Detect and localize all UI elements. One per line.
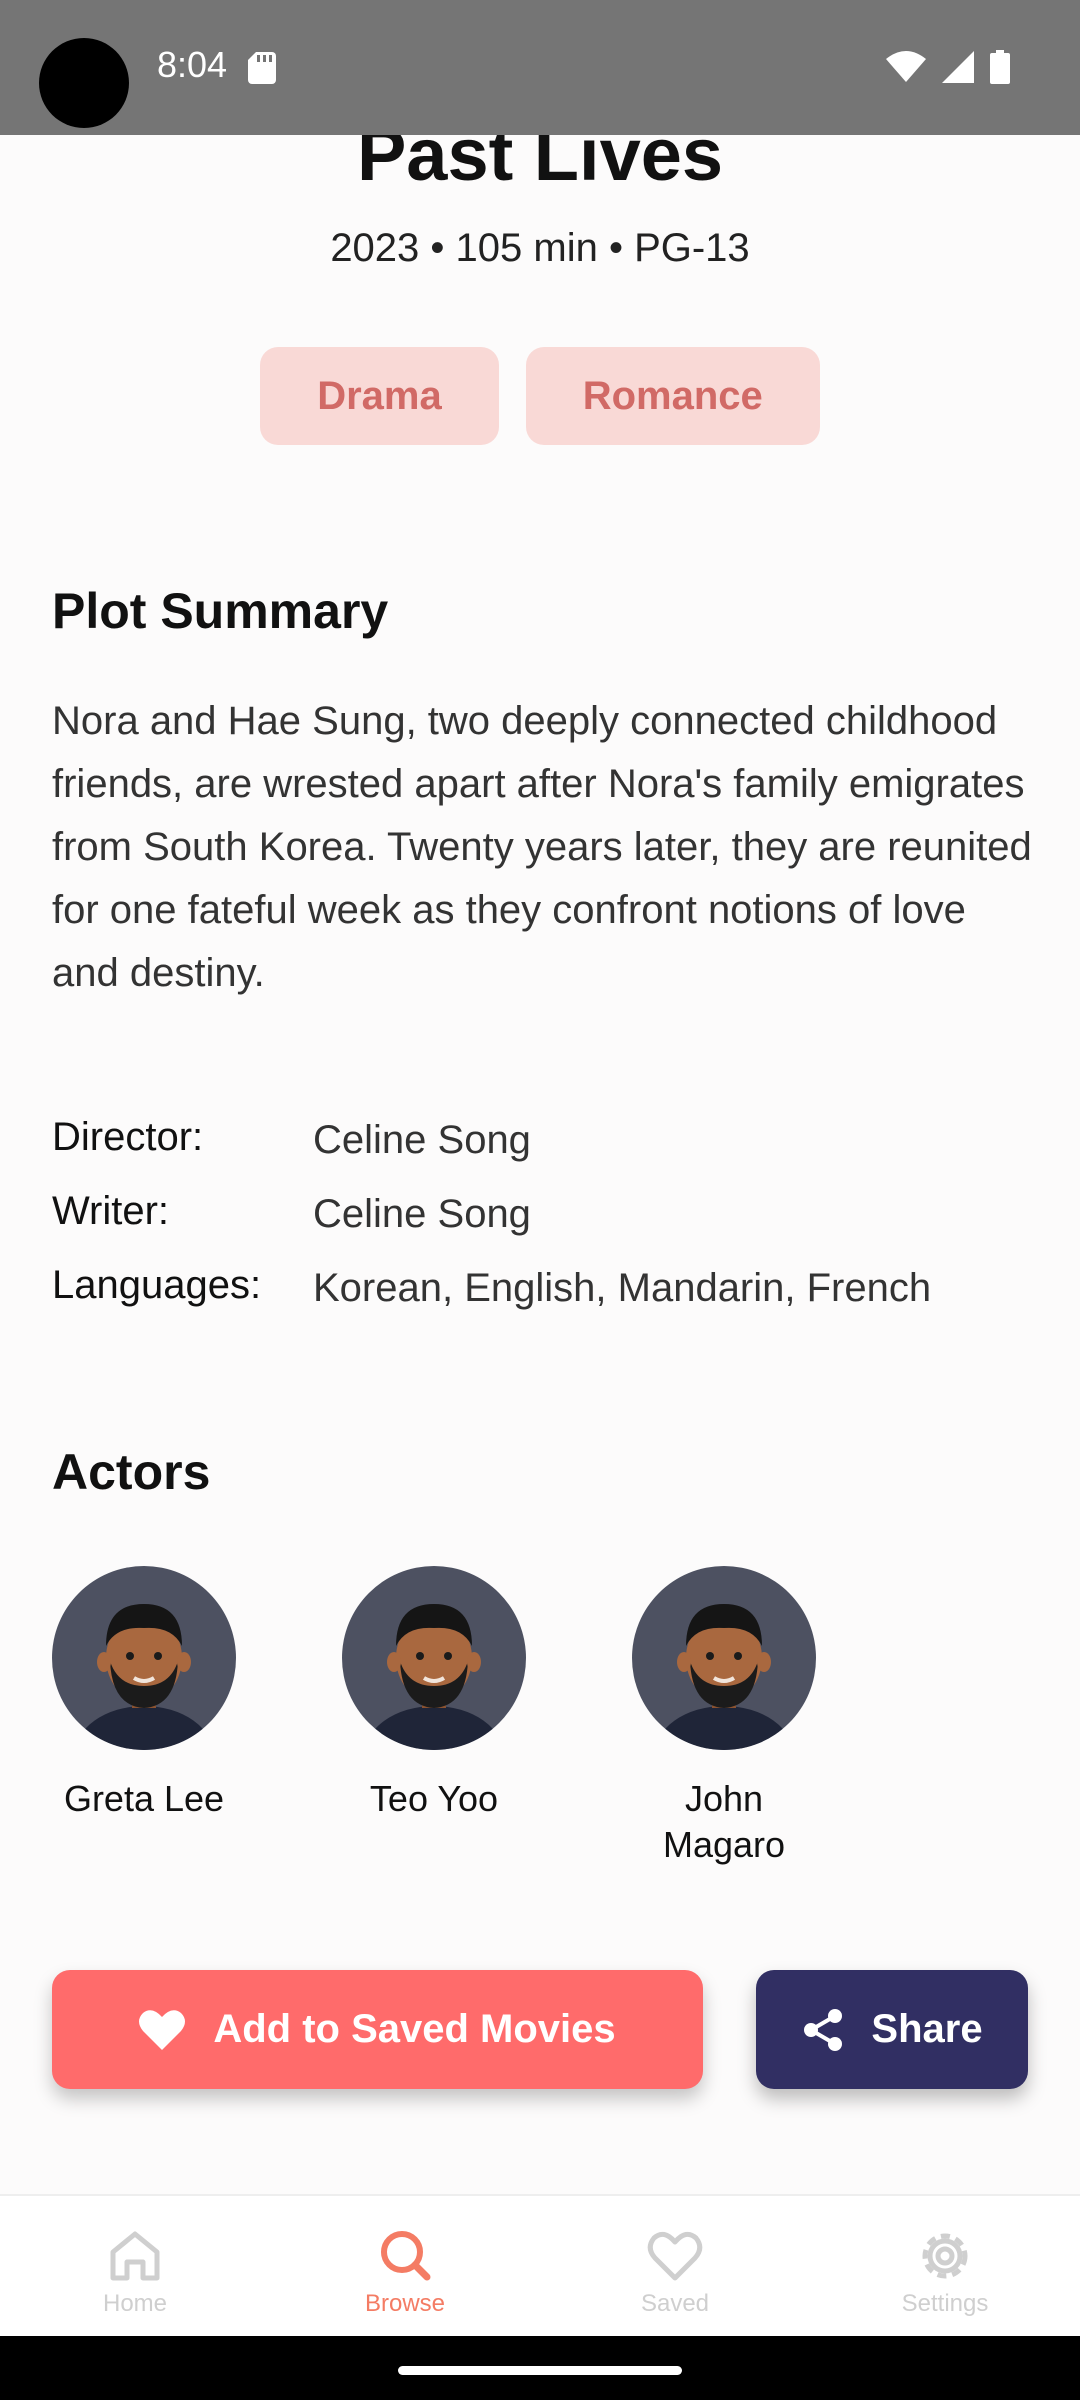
credit-value: Celine Song bbox=[313, 1117, 531, 1162]
actors-heading: Actors bbox=[52, 1444, 211, 1500]
home-gesture-handle[interactable] bbox=[398, 2366, 682, 2375]
credit-value: Korean, English, Mandarin, French bbox=[313, 1265, 932, 1310]
nav-item-browse[interactable]: Browse bbox=[270, 2196, 540, 2336]
avatar bbox=[632, 1566, 816, 1750]
credit-label: Writer: bbox=[52, 1188, 170, 1233]
credit-value: Celine Song bbox=[313, 1191, 531, 1236]
share-label: Share bbox=[871, 2007, 983, 2051]
camera-cutout bbox=[39, 38, 129, 128]
genre-chip-romance[interactable]: Romance bbox=[525, 347, 820, 445]
gear-icon bbox=[922, 2233, 968, 2279]
person-avatar-icon bbox=[364, 1604, 504, 1750]
sd-card-icon bbox=[248, 52, 276, 84]
nav-item-saved[interactable]: Saved bbox=[540, 2196, 810, 2336]
actor-name: Teo Yoo bbox=[369, 1778, 499, 1819]
heart-icon bbox=[139, 2009, 186, 2050]
signal-icon bbox=[942, 51, 974, 83]
credits-list: Director: Celine Song Writer: Celine Son… bbox=[52, 1100, 1042, 1322]
nav-label: Home bbox=[102, 2290, 168, 2317]
status-bar: 8:04 bbox=[0, 0, 1080, 135]
person-avatar-icon bbox=[74, 1604, 214, 1750]
avatar bbox=[52, 1566, 236, 1750]
credit-row-writer: Writer: Celine Song bbox=[52, 1174, 1042, 1248]
genre-chip-drama[interactable]: Drama bbox=[260, 347, 499, 445]
nav-label: Browse bbox=[364, 2290, 446, 2317]
status-time: 8:04 bbox=[157, 44, 228, 85]
credit-label: Languages: bbox=[52, 1262, 262, 1307]
share-icon bbox=[804, 2008, 843, 2051]
person-avatar-icon bbox=[654, 1604, 794, 1750]
credit-row-languages: Languages: Korean, English, Mandarin, Fr… bbox=[52, 1248, 1042, 1322]
add-to-saved-button[interactable]: Add to Saved Movies bbox=[52, 1970, 703, 2089]
nav-label: Settings bbox=[901, 2290, 989, 2317]
actor-card[interactable]: Greta Lee bbox=[52, 1566, 236, 1868]
genre-list: Drama Romance bbox=[0, 347, 1080, 445]
avatar bbox=[342, 1566, 526, 1750]
actor-name: Greta Lee bbox=[63, 1778, 225, 1819]
nav-item-settings[interactable]: Settings bbox=[810, 2196, 1080, 2336]
bottom-navigation: Home Browse Saved Settings bbox=[0, 2194, 1080, 2336]
wifi-icon bbox=[886, 51, 926, 82]
search-icon bbox=[381, 2231, 431, 2281]
actors-list: Greta Lee Teo Yoo John Magaro bbox=[52, 1566, 816, 1868]
nav-label: Saved bbox=[640, 2290, 710, 2317]
plot-summary-heading: Plot Summary bbox=[52, 583, 389, 639]
actor-name: John Magaro bbox=[662, 1778, 786, 1865]
add-to-saved-label: Add to Saved Movies bbox=[213, 2007, 616, 2051]
actor-card[interactable]: Teo Yoo bbox=[342, 1566, 526, 1868]
heart-icon bbox=[647, 2231, 703, 2281]
home-icon bbox=[110, 2231, 160, 2281]
actor-card[interactable]: John Magaro bbox=[632, 1566, 816, 1868]
movie-meta: 2023 • 105 min • PG-13 bbox=[330, 226, 750, 270]
plot-summary-text: Nora and Hae Sung, two deeply connected … bbox=[52, 699, 1032, 995]
gesture-bar bbox=[0, 2336, 1080, 2400]
credit-label: Director: bbox=[52, 1114, 204, 1159]
battery-icon bbox=[990, 50, 1010, 84]
share-button[interactable]: Share bbox=[756, 1970, 1028, 2089]
nav-item-home[interactable]: Home bbox=[0, 2196, 270, 2336]
credit-row-director: Director: Celine Song bbox=[52, 1100, 1042, 1174]
